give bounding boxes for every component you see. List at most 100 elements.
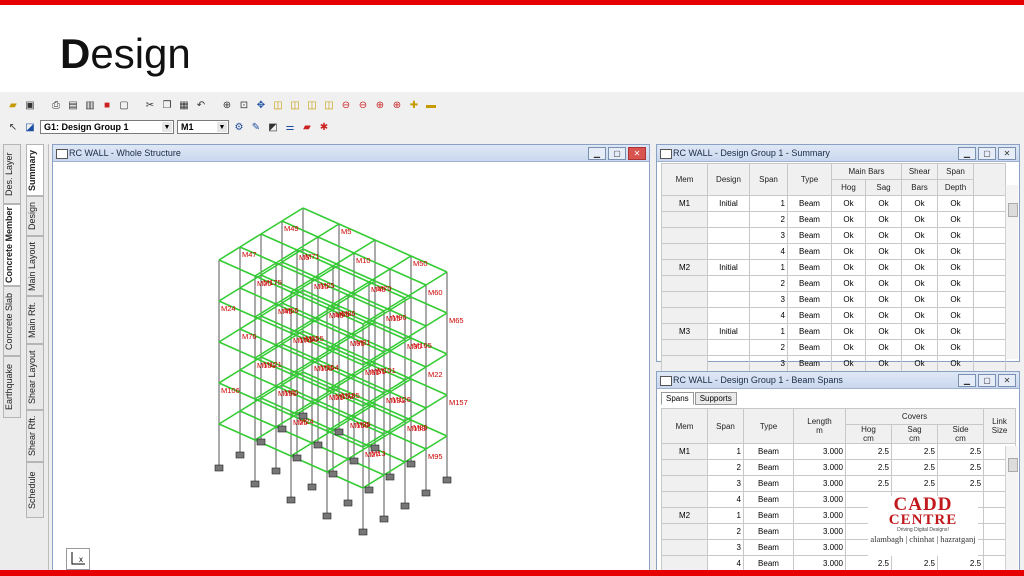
cell-shear[interactable]: Ok xyxy=(901,211,939,228)
cell-sag[interactable]: Ok xyxy=(864,291,903,308)
beam-member[interactable] xyxy=(404,366,427,381)
beam-member[interactable] xyxy=(404,407,427,422)
cell-shear[interactable]: Ok xyxy=(901,275,939,292)
cell-span[interactable]: 2 xyxy=(749,275,788,292)
cell-design[interactable]: Initial xyxy=(707,195,750,212)
design-mode-icon[interactable]: ◪ xyxy=(23,120,37,134)
edit-icon[interactable]: ✎ xyxy=(249,120,263,134)
design-member-icon[interactable]: ⚙ xyxy=(232,120,246,134)
copy-icon[interactable]: ❐ xyxy=(160,98,174,112)
cell-mem[interactable] xyxy=(661,275,708,292)
chevron-down-icon[interactable]: ▼ xyxy=(162,122,172,132)
beam-member[interactable] xyxy=(260,315,298,333)
cell-shear[interactable]: Ok xyxy=(901,243,939,260)
paste-icon[interactable]: ▦ xyxy=(177,98,191,112)
check-icon[interactable]: ◩ xyxy=(266,120,280,134)
cell-span[interactable]: 2 xyxy=(749,211,788,228)
cell-span[interactable]: 1 xyxy=(749,195,788,212)
beam-member[interactable] xyxy=(254,398,292,416)
cell-mem[interactable] xyxy=(661,539,708,556)
beam-member[interactable] xyxy=(347,322,370,337)
cell-length[interactable]: 3.000 xyxy=(793,443,846,460)
beam-member[interactable] xyxy=(254,262,277,277)
beam-member[interactable] xyxy=(281,207,304,222)
cell-mem[interactable] xyxy=(661,523,708,540)
cell-type[interactable]: Beam xyxy=(787,211,832,228)
beam-member[interactable] xyxy=(275,249,298,264)
cell-shear[interactable]: Ok xyxy=(901,195,939,212)
beam-member[interactable] xyxy=(218,369,241,384)
cell-mem[interactable] xyxy=(661,291,708,308)
cell-design[interactable] xyxy=(707,339,750,356)
table-row[interactable]: 2 Beam Ok Ok Ok Ok xyxy=(661,339,1007,356)
table-row[interactable]: M2 Initial 1 Beam Ok Ok Ok Ok xyxy=(661,259,1007,276)
cell-type[interactable]: Beam xyxy=(787,275,832,292)
toolbox-icon[interactable]: ▰ xyxy=(300,120,314,134)
cell-length[interactable]: 3.000 xyxy=(793,491,846,508)
rotate-down-icon[interactable]: ⊕ xyxy=(390,98,404,112)
cell-span[interactable]: 2 xyxy=(707,523,744,540)
beam-member[interactable] xyxy=(254,344,277,359)
cell-mem[interactable]: M2 xyxy=(661,259,708,276)
col-span-depth[interactable]: Span xyxy=(937,163,975,180)
cell-span[interactable]: 1 xyxy=(749,323,788,340)
beam-member[interactable] xyxy=(302,207,340,225)
structure-3d-frame[interactable]: M5M50M49M10M60M5M48M47M10M15M20M46M71M70… xyxy=(53,162,649,571)
chevron-down-icon[interactable]: ▼ xyxy=(217,122,227,132)
cell-sag[interactable]: Ok xyxy=(864,227,903,244)
beam-member[interactable] xyxy=(410,296,448,314)
settings-icon[interactable]: ✱ xyxy=(317,120,331,134)
print-icon[interactable]: ⎙ xyxy=(49,98,63,112)
col-span[interactable]: Span xyxy=(749,163,788,196)
cell-mem[interactable]: M2 xyxy=(661,507,708,524)
cell-depth[interactable]: Ok xyxy=(937,355,975,372)
beam-member[interactable] xyxy=(389,378,412,393)
beam-member[interactable] xyxy=(317,318,355,336)
cell-design[interactable] xyxy=(707,211,750,228)
cell-span[interactable]: 3 xyxy=(749,291,788,308)
tab-main-rft[interactable]: Main Rft. xyxy=(26,296,44,344)
maximize-button[interactable]: ▢ xyxy=(978,147,996,160)
zoom-icon[interactable]: ⊕ xyxy=(220,98,234,112)
beam-member[interactable] xyxy=(383,297,406,312)
col-design[interactable]: Design xyxy=(707,163,750,196)
beam-member[interactable] xyxy=(368,322,406,340)
beam-member[interactable] xyxy=(368,268,391,283)
cell-depth[interactable]: Ok xyxy=(937,259,975,276)
beam-member[interactable] xyxy=(254,303,277,318)
cell-design[interactable]: Initial xyxy=(707,323,750,340)
beam-member[interactable] xyxy=(317,236,355,254)
beam-member[interactable] xyxy=(239,233,262,248)
cell-span[interactable]: 4 xyxy=(749,243,788,260)
beam-member[interactable] xyxy=(326,458,349,473)
cell-design[interactable] xyxy=(707,307,750,324)
beam-member[interactable] xyxy=(389,350,427,368)
cell-span[interactable]: 3 xyxy=(749,227,788,244)
beam-member[interactable] xyxy=(404,325,427,340)
beam-member[interactable] xyxy=(362,474,385,489)
cell-type[interactable]: Beam xyxy=(743,523,794,540)
close-button[interactable]: ✕ xyxy=(998,374,1016,387)
scroll-thumb[interactable] xyxy=(1008,458,1018,472)
cell-sag[interactable]: Ok xyxy=(864,355,903,372)
col-hog[interactable]: Hog cm xyxy=(845,424,892,444)
tab-shear-layout[interactable]: Shear Layout xyxy=(26,344,44,410)
col-sag[interactable]: Sag xyxy=(864,179,903,196)
cell-hog[interactable]: Ok xyxy=(831,339,866,356)
beam-member[interactable] xyxy=(260,397,298,415)
open-folder-icon[interactable]: ▰ xyxy=(6,98,20,112)
beam-member[interactable] xyxy=(347,281,370,296)
maximize-button[interactable]: ▢ xyxy=(978,374,996,387)
tab-earthquake[interactable]: Earthquake xyxy=(3,356,21,418)
beam-member[interactable] xyxy=(281,343,319,361)
cell-sag[interactable]: Ok xyxy=(864,259,903,276)
view-iso-icon[interactable]: ◫ xyxy=(271,98,285,112)
cell-sag[interactable]: 2.5 xyxy=(891,459,938,476)
cell-design[interactable] xyxy=(707,227,750,244)
beam-member[interactable] xyxy=(404,284,427,299)
beam-member[interactable] xyxy=(218,423,256,441)
beam-member[interactable] xyxy=(239,410,277,428)
beam-member[interactable] xyxy=(404,448,427,463)
col-shear[interactable]: Shear xyxy=(901,163,939,180)
beam-member[interactable] xyxy=(338,264,376,282)
